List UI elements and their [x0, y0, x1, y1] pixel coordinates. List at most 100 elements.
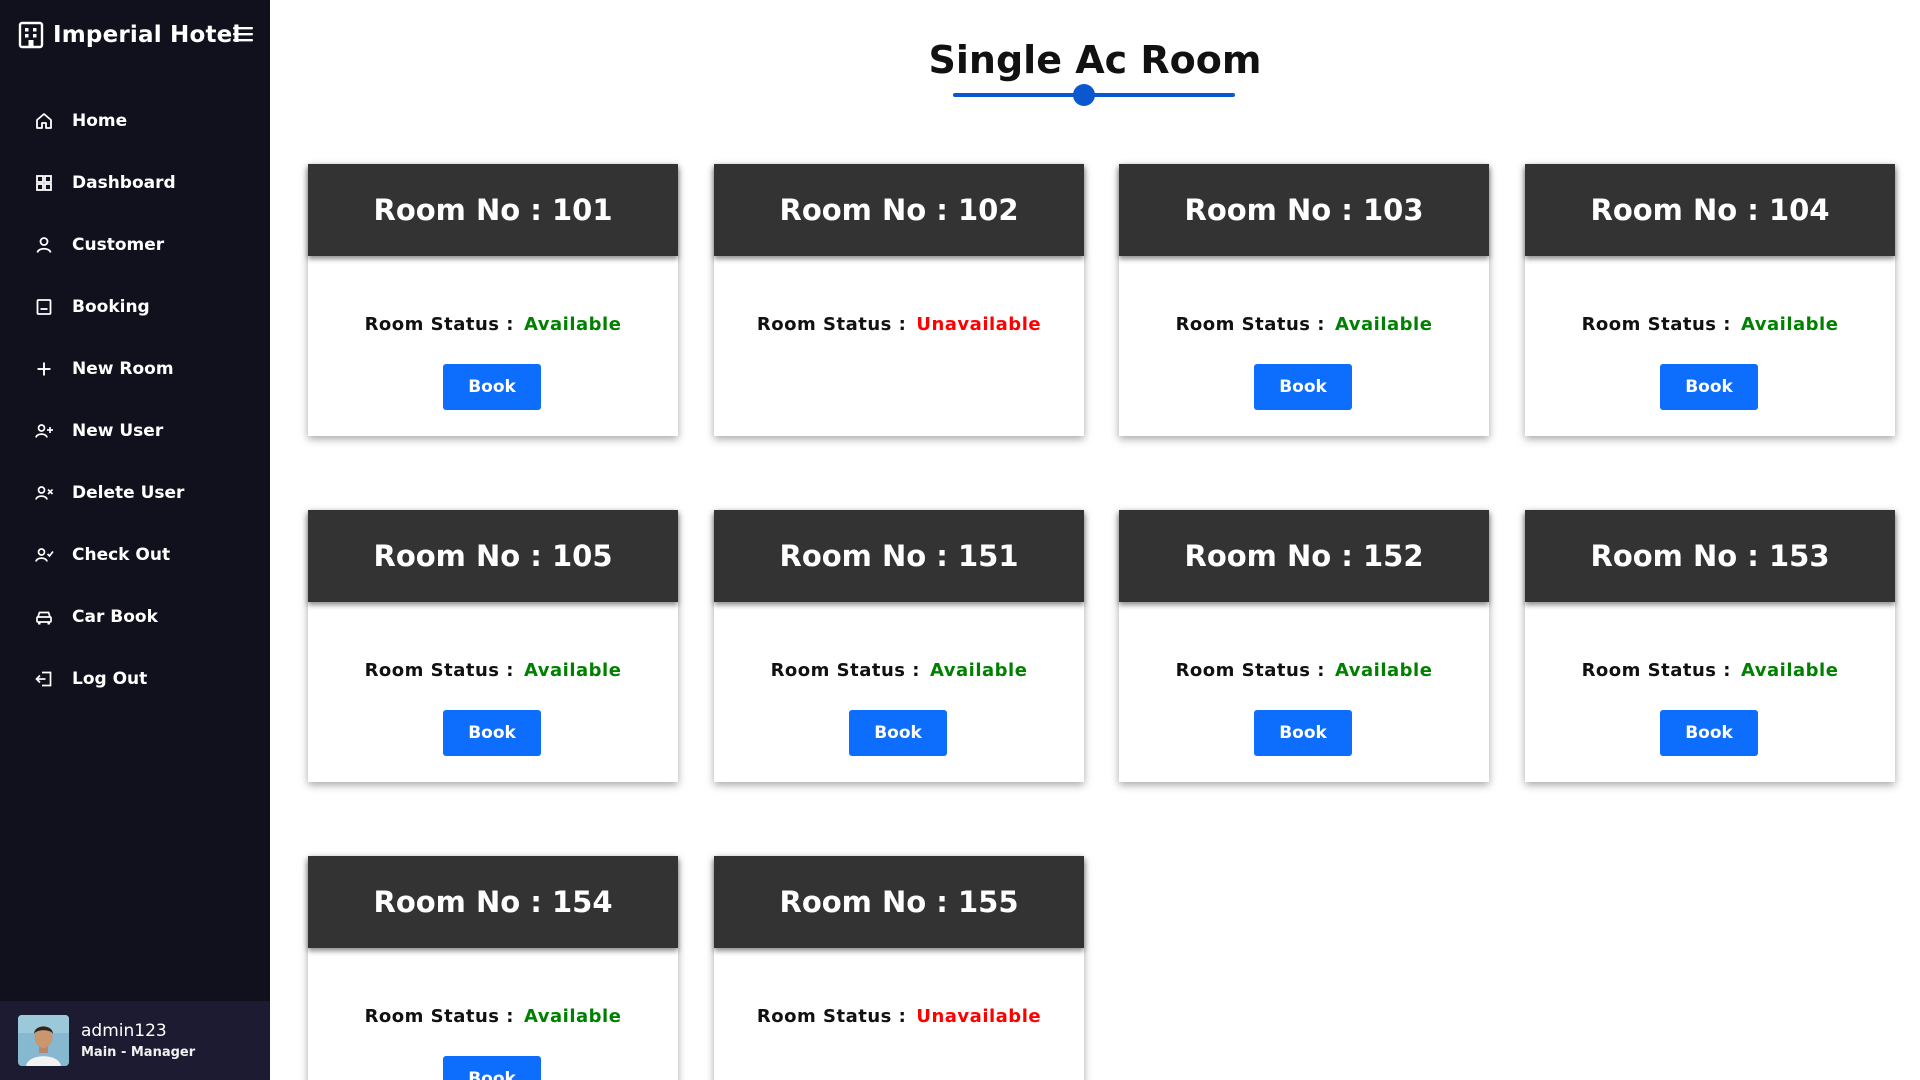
room-card: Room No : 102 Room Status : Unavailable — [714, 164, 1084, 436]
room-status-value: Available — [1335, 314, 1433, 335]
book-button[interactable]: Book — [443, 364, 541, 410]
room-status-label: Room Status : — [1581, 660, 1731, 681]
room-card-title: Room No : 151 — [714, 510, 1084, 602]
sidebar-item-check-out[interactable]: Check Out — [0, 524, 270, 586]
title-underline — [953, 84, 1235, 106]
room-status: Room Status : Available — [1525, 660, 1895, 681]
user-x-icon — [35, 486, 54, 500]
user-icon — [36, 237, 52, 253]
room-status-value: Available — [524, 1006, 622, 1027]
room-card-title: Room No : 154 — [308, 856, 678, 948]
sidebar-item-booking[interactable]: Booking — [0, 276, 270, 338]
room-card-title: Room No : 152 — [1119, 510, 1489, 602]
room-status-label: Room Status : — [1175, 660, 1325, 681]
sidebar-item-new-room[interactable]: New Room — [0, 338, 270, 400]
user-plus-icon — [35, 424, 53, 438]
room-card: Room No : 105 Room Status : Available Book — [308, 510, 678, 782]
room-card-title: Room No : 153 — [1525, 510, 1895, 602]
room-card-title: Room No : 155 — [714, 856, 1084, 948]
book-button[interactable]: Book — [443, 710, 541, 756]
room-status-value: Available — [524, 660, 622, 681]
room-card-title: Room No : 104 — [1525, 164, 1895, 256]
brand[interactable]: Imperial Hotel — [18, 18, 241, 52]
sidebar-item-label: Check Out — [72, 545, 171, 565]
plus-icon — [37, 362, 51, 376]
building-icon — [18, 21, 44, 49]
room-card-title: Room No : 102 — [714, 164, 1084, 256]
room-status-value: Available — [1741, 660, 1839, 681]
sidebar-item-label: Log Out — [72, 669, 148, 689]
sidebar-item-label: Customer — [72, 235, 165, 255]
user-check-icon — [35, 548, 54, 562]
room-card: Room No : 155 Room Status : Unavailable — [714, 856, 1084, 1080]
book-button[interactable]: Book — [849, 710, 947, 756]
menu-icon[interactable] — [232, 24, 254, 44]
sidebar-item-home[interactable]: Home — [0, 90, 270, 152]
room-card: Room No : 153 Room Status : Available Book — [1525, 510, 1895, 782]
logout-icon — [35, 671, 52, 687]
book-button[interactable]: Book — [443, 1056, 541, 1080]
avatar-image — [18, 1015, 69, 1066]
room-status-label: Room Status : — [770, 660, 920, 681]
sidebar-item-new-user[interactable]: New User — [0, 400, 270, 462]
main-content: Single Ac Room Room No : 101 Room Status … — [270, 0, 1920, 1080]
room-card: Room No : 101 Room Status : Available Book — [308, 164, 678, 436]
home-icon — [36, 113, 52, 129]
sidebar-item-label: New Room — [72, 359, 174, 379]
room-card: Room No : 151 Room Status : Available Book — [714, 510, 1084, 782]
profile-panel[interactable]: admin123 Main - Manager — [0, 1001, 270, 1080]
room-status-label: Room Status : — [1175, 314, 1325, 335]
room-status-label: Room Status : — [364, 660, 514, 681]
room-status: Room Status : Unavailable — [714, 314, 1084, 335]
room-card-title: Room No : 105 — [308, 510, 678, 602]
sidebar-item-label: Booking — [72, 297, 150, 317]
room-status-value: Available — [930, 660, 1028, 681]
sidebar-item-customer[interactable]: Customer — [0, 214, 270, 276]
avatar — [18, 1015, 69, 1066]
sidebar-item-log-out[interactable]: Log Out — [0, 648, 270, 710]
room-status: Room Status : Available — [308, 1006, 678, 1027]
book-button[interactable]: Book — [1660, 364, 1758, 410]
room-status: Room Status : Available — [308, 314, 678, 335]
room-status-label: Room Status : — [756, 1006, 907, 1027]
room-status-label: Room Status : — [756, 314, 907, 335]
room-card-title: Room No : 101 — [308, 164, 678, 256]
page-title: Single Ac Room — [928, 38, 1262, 82]
room-card: Room No : 154 Room Status : Available Book — [308, 856, 678, 1080]
sidebar-item-label: Delete User — [72, 483, 185, 503]
room-status-value: Available — [1335, 660, 1433, 681]
room-status: Room Status : Available — [714, 660, 1084, 681]
sidebar-nav: Home Dashboard Customer Booking New Room… — [0, 90, 270, 710]
book-button[interactable]: Book — [1254, 710, 1352, 756]
sidebar-item-car-book[interactable]: Car Book — [0, 586, 270, 648]
profile-name: admin123 — [81, 1021, 167, 1041]
sidebar-item-label: Home — [72, 111, 128, 131]
book-button[interactable]: Book — [1254, 364, 1352, 410]
car-icon — [36, 611, 52, 625]
room-card: Room No : 103 Room Status : Available Book — [1119, 164, 1489, 436]
sidebar-item-delete-user[interactable]: Delete User — [0, 462, 270, 524]
room-card: Room No : 152 Room Status : Available Book — [1119, 510, 1489, 782]
room-status-value: Unavailable — [916, 314, 1042, 335]
sidebar-item-label: New User — [72, 421, 164, 441]
room-status-label: Room Status : — [364, 314, 514, 335]
room-status-label: Room Status : — [364, 1006, 514, 1027]
sidebar: Imperial Hotel Home Dashboard Customer B… — [0, 0, 270, 1080]
sidebar-item-label: Car Book — [72, 607, 158, 627]
sidebar-item-dashboard[interactable]: Dashboard — [0, 152, 270, 214]
room-status: Room Status : Available — [1119, 660, 1489, 681]
room-card-title: Room No : 103 — [1119, 164, 1489, 256]
profile-role: Main - Manager — [81, 1045, 196, 1060]
grid-icon — [36, 175, 52, 191]
room-status-value: Unavailable — [916, 1006, 1042, 1027]
room-status-label: Room Status : — [1581, 314, 1731, 335]
room-status: Room Status : Available — [1525, 314, 1895, 335]
book-button[interactable]: Book — [1660, 710, 1758, 756]
room-status: Room Status : Available — [308, 660, 678, 681]
room-status-value: Available — [524, 314, 622, 335]
room-status-value: Available — [1741, 314, 1839, 335]
booking-icon — [36, 299, 52, 315]
sidebar-item-label: Dashboard — [72, 173, 176, 193]
room-status: Room Status : Available — [1119, 314, 1489, 335]
room-status: Room Status : Unavailable — [714, 1006, 1084, 1027]
